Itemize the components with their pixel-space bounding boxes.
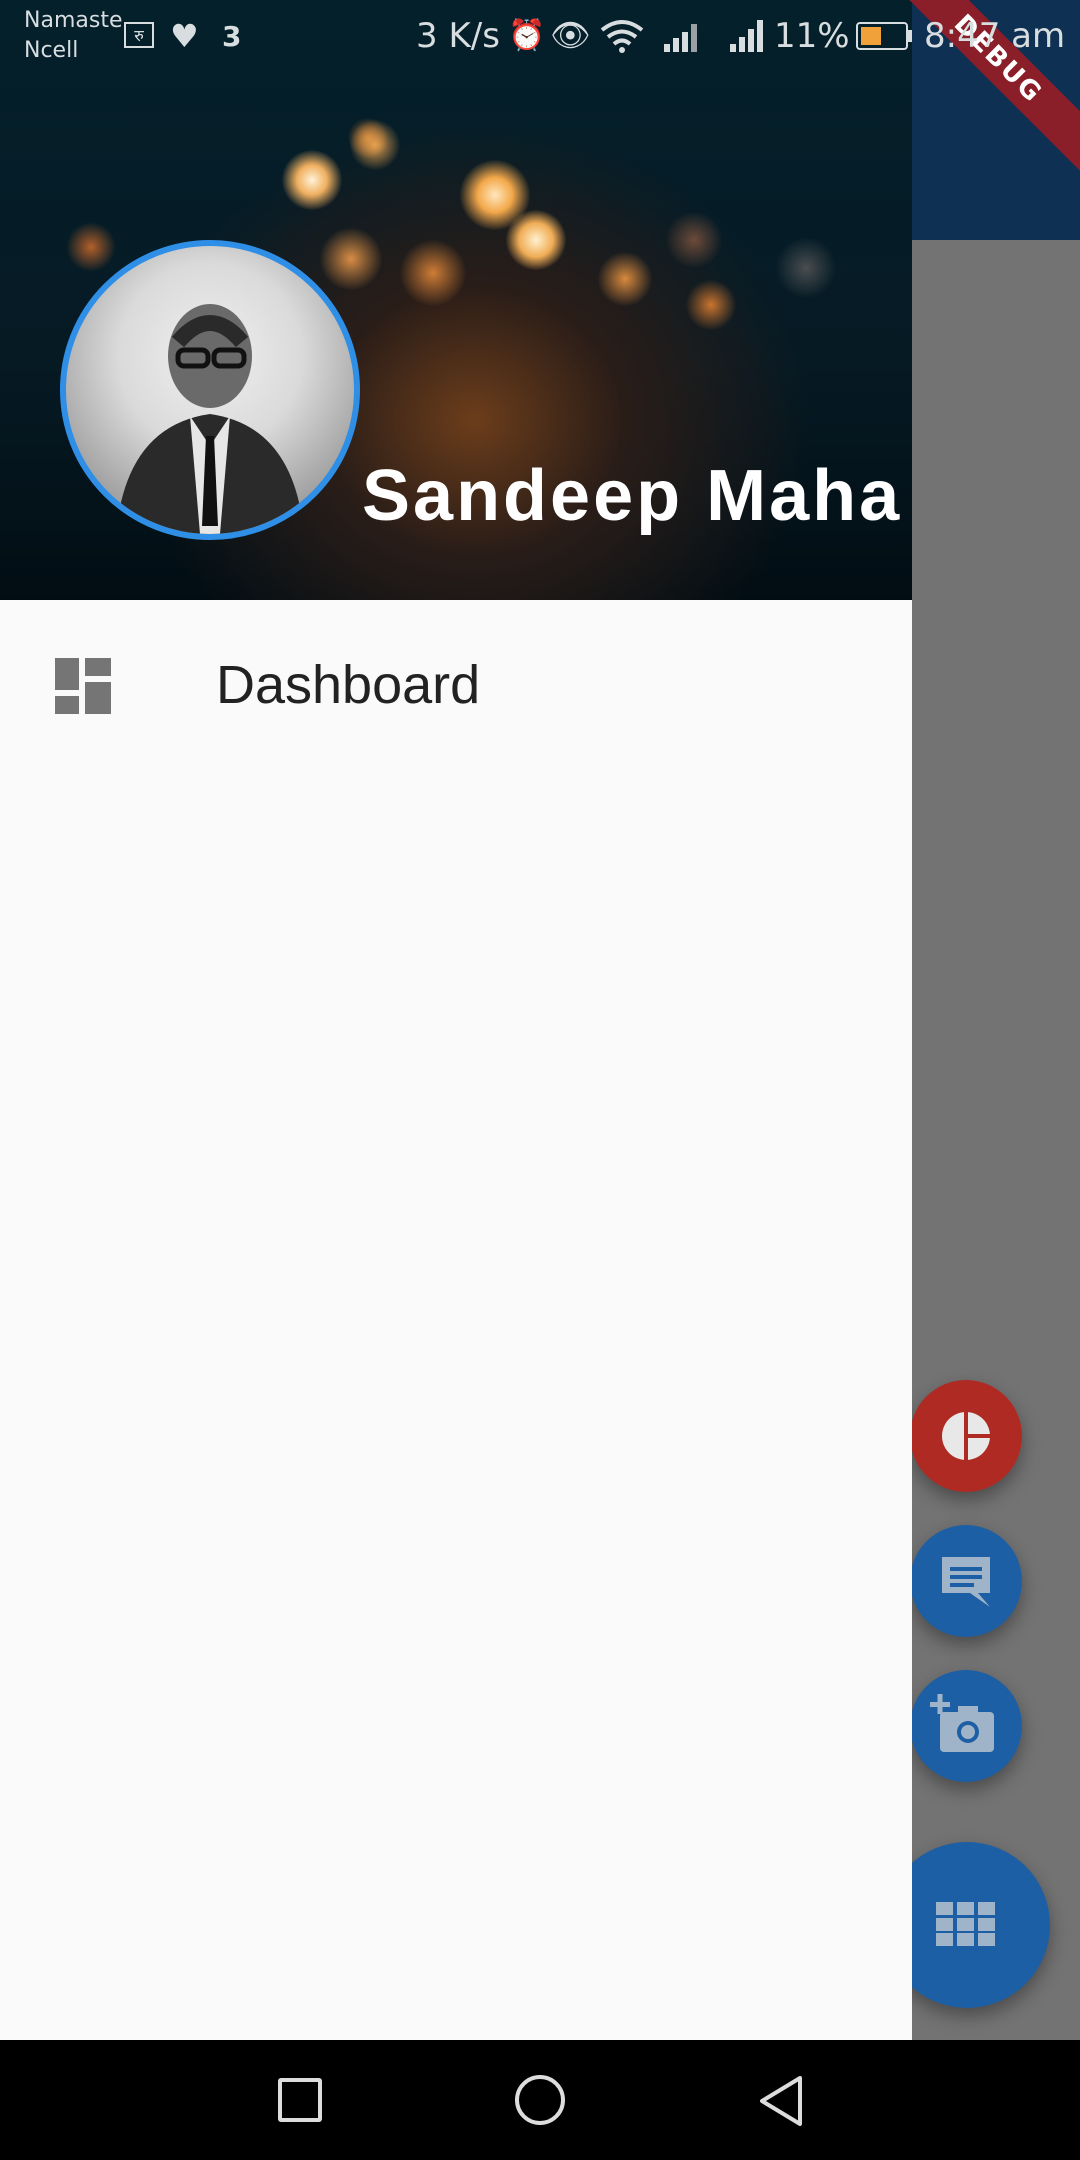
currency-icon: रु — [124, 22, 154, 48]
drawer-item-dashboard[interactable]: Dashboard — [0, 620, 912, 750]
bokeh-light — [598, 252, 652, 306]
wifi-icon — [600, 20, 644, 53]
add-photo-fab[interactable] — [910, 1670, 1022, 1782]
bokeh-light — [506, 210, 566, 270]
signal-icon — [730, 20, 763, 52]
carrier-line-1: Namaste — [24, 8, 123, 33]
chat-icon — [942, 1557, 990, 1607]
clock: 8:47 am — [924, 16, 1066, 56]
battery-icon — [856, 22, 908, 50]
bokeh-light — [666, 212, 722, 268]
user-name: Sandeep Maha — [362, 456, 903, 536]
bokeh-light — [776, 238, 836, 298]
carrier-name: Namaste Ncell — [24, 6, 122, 66]
battery-tip — [908, 30, 912, 42]
battery-percent: 11% — [774, 16, 850, 56]
avatar[interactable] — [60, 240, 360, 540]
heart-icon: ♥ — [170, 17, 199, 55]
status-bar: Namaste Ncell रु ♥ 3 3 K/s ⏰ 👁 11% 8:47 … — [0, 0, 1080, 72]
back-icon[interactable] — [756, 2074, 806, 2128]
network-speed: 3 K/s — [416, 16, 500, 56]
recent-apps-icon[interactable] — [278, 2078, 322, 2122]
system-nav-bar — [0, 2040, 1080, 2160]
pie-chart-fab[interactable] — [910, 1380, 1022, 1492]
chat-fab[interactable] — [910, 1525, 1022, 1637]
eye-icon: 👁 — [550, 16, 591, 54]
drawer-item-label: Dashboard — [216, 655, 481, 715]
drawer-header: Sandeep Maha — [0, 0, 912, 600]
add-a-photo-icon — [930, 1694, 994, 1752]
bokeh-light — [350, 120, 400, 170]
person-silhouette-icon — [116, 304, 304, 534]
bokeh-light — [282, 150, 342, 210]
bokeh-light — [686, 280, 736, 330]
bokeh-light — [400, 240, 466, 306]
notification-count: 3 — [222, 20, 242, 53]
carrier-line-2: Ncell — [24, 38, 79, 63]
home-icon[interactable] — [515, 2075, 565, 2125]
navigation-drawer: Sandeep Maha Dashboard — [0, 0, 912, 2040]
alarm-icon: ⏰ — [508, 18, 546, 53]
signal-icon — [664, 24, 697, 52]
dashboard-icon — [55, 658, 111, 714]
apps-grid-icon — [936, 1902, 995, 1946]
pie-chart-icon — [942, 1410, 992, 1462]
